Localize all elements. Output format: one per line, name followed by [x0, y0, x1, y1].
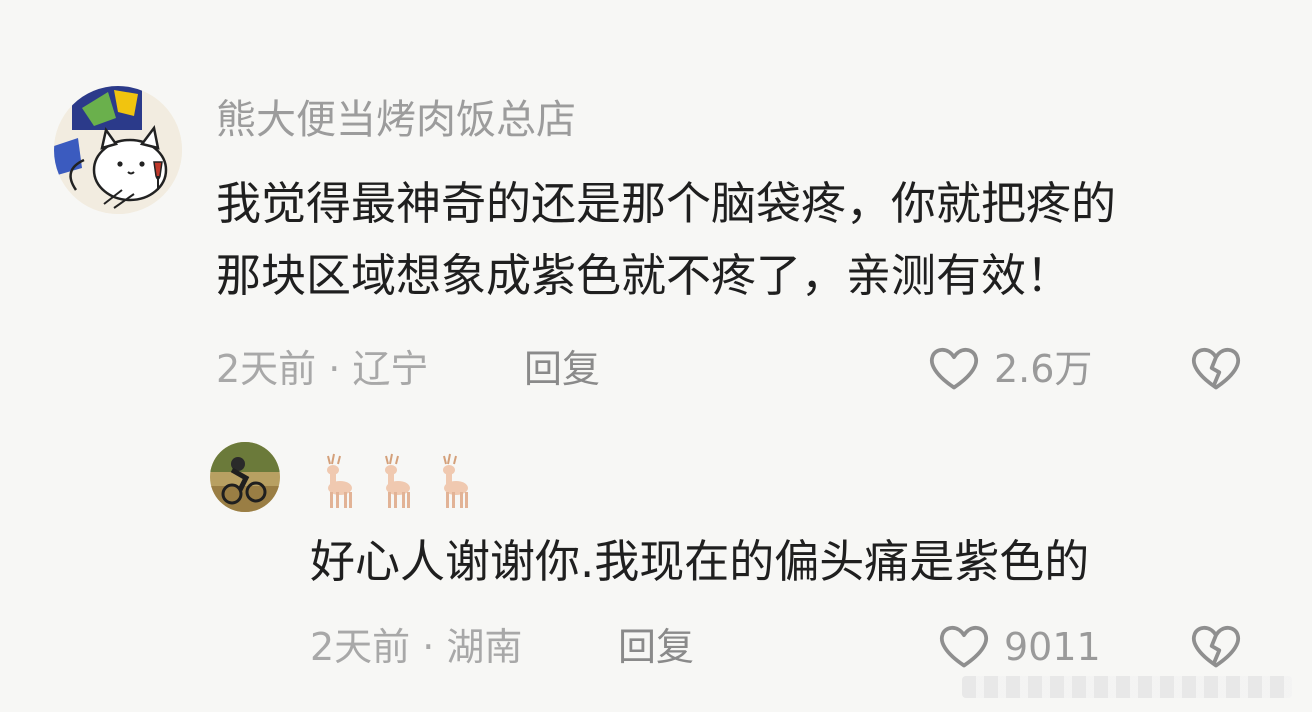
deer-emoji-icon	[443, 453, 468, 508]
user-avatar[interactable]	[54, 86, 182, 214]
cyclist-photo-icon	[210, 442, 280, 512]
reply-meta: 2天前 · 湖南	[310, 625, 523, 669]
watermark	[962, 676, 1292, 698]
broken-heart-icon[interactable]	[1190, 622, 1242, 670]
reply-content: 好心人谢谢你.我现在的偏头痛是紫色的	[310, 535, 1090, 588]
heart-outline-icon[interactable]	[938, 622, 990, 670]
broken-heart-icon[interactable]	[1190, 344, 1242, 392]
reply-username[interactable]	[314, 452, 474, 510]
comment-thread: 熊大便当烤肉饭总店 我觉得最神奇的还是那个脑袋疼，你就把疼的 那块区域想象成紫色…	[0, 0, 1312, 712]
comment-username[interactable]: 熊大便当烤肉饭总店	[216, 100, 576, 140]
deer-emoji-icon	[385, 453, 410, 508]
comment-meta: 2天前 · 辽宁	[216, 347, 429, 391]
comment-content: 我觉得最神奇的还是那个脑袋疼，你就把疼的 那块区域想象成紫色就不疼了，亲测有效！	[216, 177, 1117, 302]
reply-button[interactable]: 回复	[618, 628, 694, 666]
reply-user-avatar[interactable]	[210, 442, 280, 512]
cat-wine-icon	[54, 86, 182, 214]
reply-button[interactable]: 回复	[524, 350, 600, 388]
deer-emoji-icon	[327, 453, 352, 508]
like-count: 9011	[1004, 625, 1101, 669]
like-count: 2.6万	[994, 347, 1093, 391]
heart-outline-icon[interactable]	[928, 344, 980, 392]
